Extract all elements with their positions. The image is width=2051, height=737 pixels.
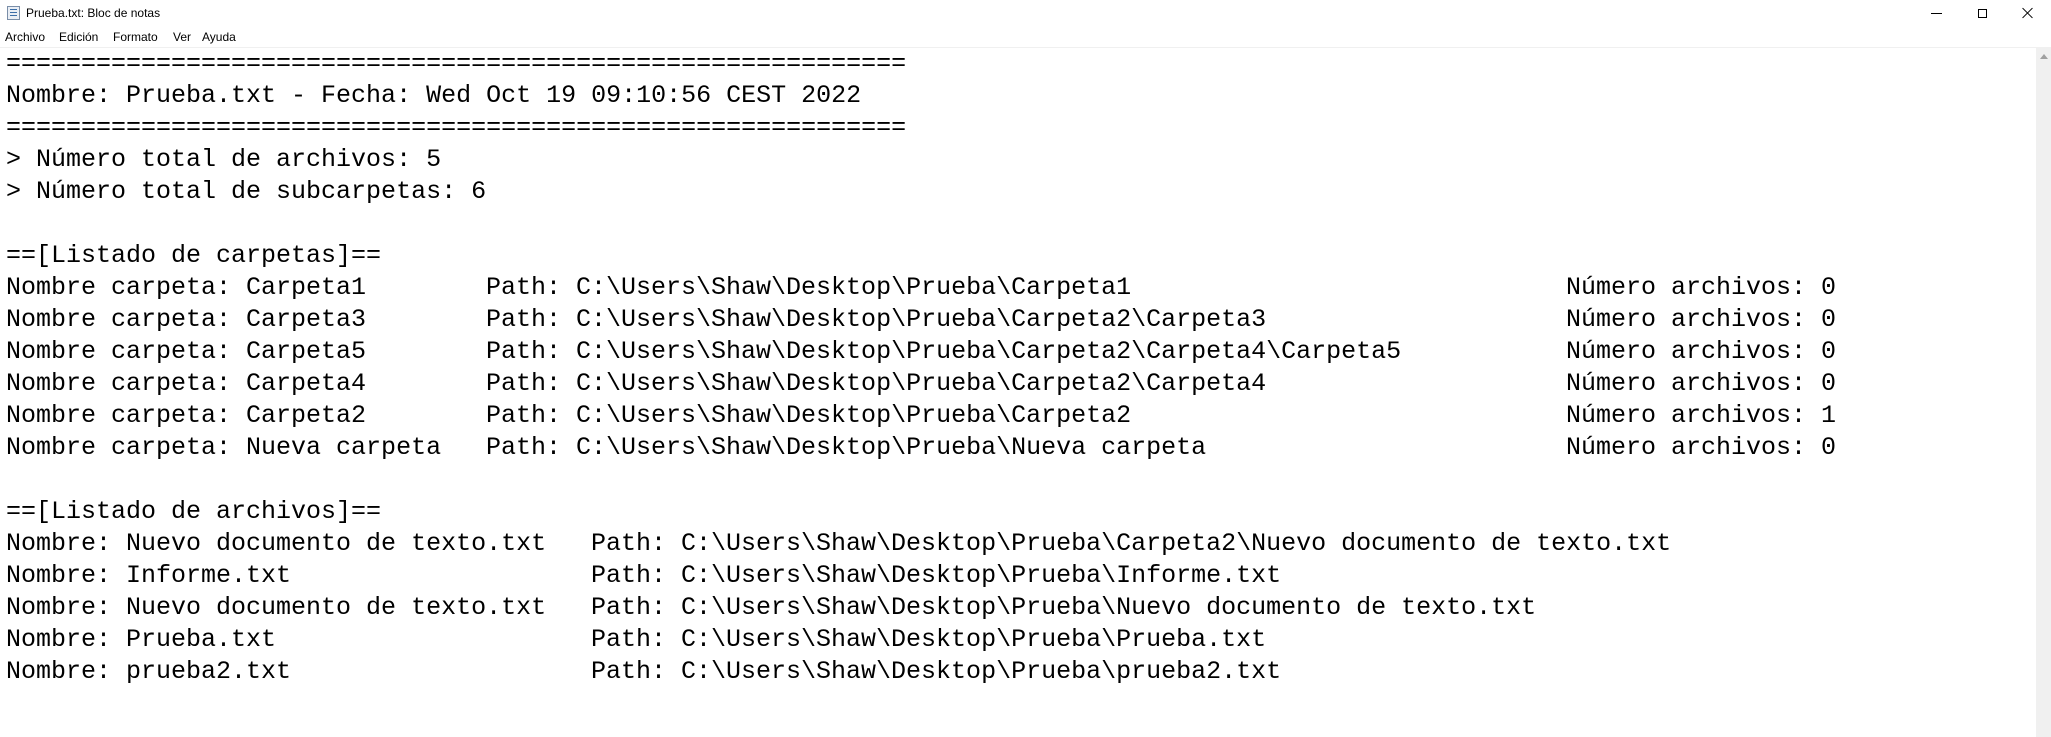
folder-file-count: Número archivos: 0: [1566, 305, 1837, 334]
menu-edicion[interactable]: Edición: [59, 29, 98, 45]
folders-heading: ==[Listado de carpetas]==: [6, 241, 382, 270]
file-name: Nombre: Informe.txt: [6, 561, 292, 590]
file-name: Nombre: Prueba.txt: [6, 625, 277, 654]
separator-line: ========================================…: [6, 49, 907, 78]
file-row: Nombre: Prueba.txt Path: C:\Users\Shaw\D…: [6, 624, 1266, 656]
minimize-icon: [1930, 12, 1942, 14]
files-heading: ==[Listado de archivos]==: [6, 497, 382, 526]
file-name: Nombre: Nuevo documento de texto.txt: [6, 593, 547, 622]
file-path: Path: C:\Users\Shaw\Desktop\Prueba\Carpe…: [591, 529, 1672, 558]
file-name: Nombre: Nuevo documento de texto.txt: [6, 529, 547, 558]
file-path: Path: C:\Users\Shaw\Desktop\Prueba\Infor…: [591, 561, 1282, 590]
folder-file-count: Número archivos: 1: [1566, 401, 1837, 430]
folder-file-count: Número archivos: 0: [1566, 273, 1837, 302]
folder-name: Nombre carpeta: Nueva carpeta: [6, 433, 442, 462]
separator-line: ========================================…: [6, 113, 907, 142]
total-subfolders-line: > Número total de subcarpetas: 6: [6, 177, 487, 206]
close-icon: [2022, 7, 2034, 19]
menu-archivo[interactable]: Archivo: [5, 29, 45, 45]
file-row: Nombre: Nuevo documento de texto.txt Pat…: [6, 528, 1671, 560]
file-path: Path: C:\Users\Shaw\Desktop\Prueba\prueb…: [591, 657, 1282, 686]
menu-formato[interactable]: Formato: [113, 29, 158, 45]
file-name: Nombre: prueba2.txt: [6, 657, 292, 686]
notepad-icon: [7, 6, 20, 20]
folder-file-count: Número archivos: 0: [1566, 369, 1837, 398]
folder-name: Nombre carpeta: Carpeta4: [6, 369, 367, 398]
minimize-button[interactable]: [1913, 0, 1959, 26]
folder-path: Path: C:\Users\Shaw\Desktop\Prueba\Carpe…: [486, 369, 1267, 398]
folder-name: Nombre carpeta: Carpeta2: [6, 401, 367, 430]
folder-name: Nombre carpeta: Carpeta5: [6, 337, 367, 366]
file-path: Path: C:\Users\Shaw\Desktop\Prueba\Prueb…: [591, 625, 1267, 654]
menu-bar: Archivo Edición Formato Ver Ayuda: [0, 26, 2051, 48]
text-editor[interactable]: ========================================…: [0, 48, 2036, 737]
report-header: Nombre: Prueba.txt - Fecha: Wed Oct 19 0…: [6, 81, 862, 110]
folder-row: Nombre carpeta: Carpeta2 Path: C:\Users\…: [6, 400, 1836, 432]
folder-row: Nombre carpeta: Nueva carpeta Path: C:\U…: [6, 432, 1836, 464]
menu-ver[interactable]: Ver: [173, 29, 191, 45]
file-row: Nombre: Informe.txt Path: C:\Users\Shaw\…: [6, 560, 1281, 592]
folder-file-count: Número archivos: 0: [1566, 433, 1837, 462]
folder-path: Path: C:\Users\Shaw\Desktop\Prueba\Carpe…: [486, 401, 1132, 430]
folder-name: Nombre carpeta: Carpeta1: [6, 273, 367, 302]
close-button[interactable]: [2005, 0, 2051, 26]
window-title: Prueba.txt: Bloc de notas: [26, 6, 161, 20]
file-row: Nombre: prueba2.txt Path: C:\Users\Shaw\…: [6, 656, 1281, 688]
vertical-scrollbar[interactable]: [2036, 48, 2051, 737]
scroll-up-icon[interactable]: [2040, 54, 2048, 59]
folder-row: Nombre carpeta: Carpeta3 Path: C:\Users\…: [6, 304, 1836, 336]
folder-row: Nombre carpeta: Carpeta4 Path: C:\Users\…: [6, 368, 1836, 400]
maximize-icon: [1977, 8, 1987, 18]
file-path: Path: C:\Users\Shaw\Desktop\Prueba\Nuevo…: [591, 593, 1537, 622]
menu-ayuda[interactable]: Ayuda: [202, 29, 236, 45]
file-row: Nombre: Nuevo documento de texto.txt Pat…: [6, 592, 1536, 624]
folder-path: Path: C:\Users\Shaw\Desktop\Prueba\Carpe…: [486, 273, 1132, 302]
folder-file-count: Número archivos: 0: [1566, 337, 1837, 366]
total-files-line: > Número total de archivos: 5: [6, 145, 442, 174]
folder-row: Nombre carpeta: Carpeta5 Path: C:\Users\…: [6, 336, 1836, 368]
folder-name: Nombre carpeta: Carpeta3: [6, 305, 367, 334]
folder-path: Path: C:\Users\Shaw\Desktop\Prueba\Carpe…: [486, 305, 1267, 334]
folder-path: Path: C:\Users\Shaw\Desktop\Prueba\Nueva…: [486, 433, 1207, 462]
folder-path: Path: C:\Users\Shaw\Desktop\Prueba\Carpe…: [486, 337, 1402, 366]
folder-row: Nombre carpeta: Carpeta1 Path: C:\Users\…: [6, 272, 1836, 304]
title-bar[interactable]: Prueba.txt: Bloc de notas: [0, 0, 2051, 26]
maximize-button[interactable]: [1959, 0, 2005, 26]
